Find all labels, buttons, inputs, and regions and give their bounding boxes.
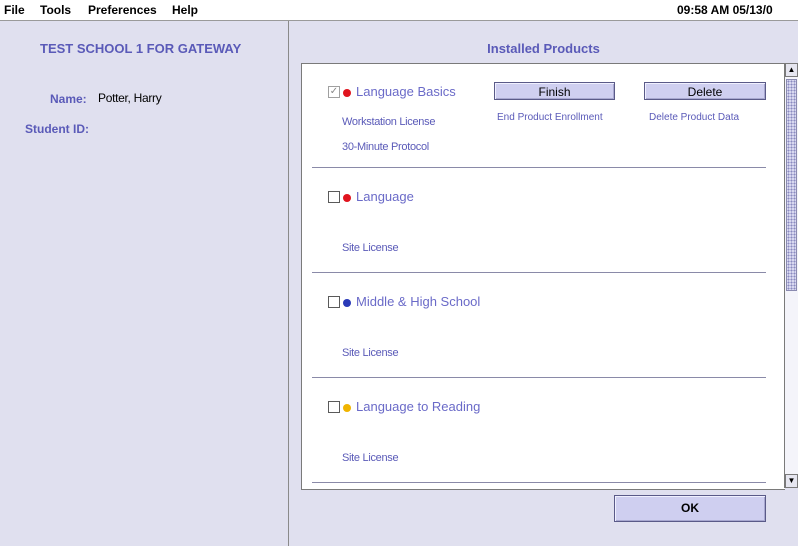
scroll-thumb[interactable] — [786, 79, 797, 291]
product-checkbox[interactable] — [328, 401, 340, 413]
finish-button[interactable]: Finish — [494, 82, 615, 100]
delete-caption: Delete Product Data — [649, 112, 740, 123]
yellow-dot-icon — [343, 404, 351, 412]
product-license: Site License — [342, 242, 399, 254]
school-title: TEST SCHOOL 1 FOR GATEWAY — [40, 41, 242, 56]
menu-help[interactable]: Help — [172, 3, 198, 17]
name-label: Name: — [50, 92, 87, 106]
menu-preferences[interactable]: Preferences — [88, 3, 157, 17]
divider — [312, 482, 766, 483]
ok-button[interactable]: OK — [614, 495, 766, 522]
installed-products-title: Installed Products — [487, 41, 600, 56]
clock: 09:58 AM 05/13/0 — [677, 3, 773, 17]
product-license: Site License — [342, 347, 399, 359]
product-protocol: 30-Minute Protocol — [342, 141, 429, 153]
product-license: Site License — [342, 452, 399, 464]
product-item-language: Language Site License — [302, 169, 767, 273]
product-item-middle-high-school: Middle & High School Site License — [302, 274, 767, 378]
products-list[interactable]: ✓ Language Basics Workstation License 30… — [301, 63, 785, 490]
blue-dot-icon — [343, 299, 351, 307]
product-item-language-to-reading: Language to Reading Site License — [302, 379, 767, 483]
scroll-down-arrow-icon[interactable]: ▼ — [785, 474, 798, 488]
finish-caption: End Product Enrollment — [497, 112, 603, 123]
student-id-label: Student ID: — [25, 122, 89, 136]
scroll-up-arrow-icon[interactable]: ▲ — [785, 63, 798, 77]
product-checkbox[interactable] — [328, 191, 340, 203]
divider — [312, 167, 766, 168]
menu-bar: File Tools Preferences Help 09:58 AM 05/… — [0, 0, 798, 21]
product-name: Language Basics — [356, 84, 456, 99]
product-name: Middle & High School — [356, 294, 481, 309]
divider — [312, 272, 766, 273]
red-dot-icon — [343, 89, 351, 97]
menu-file[interactable]: File — [4, 3, 25, 17]
delete-button[interactable]: Delete — [644, 82, 766, 100]
product-license: Workstation License — [342, 116, 436, 128]
product-name: Language to Reading — [356, 399, 481, 414]
student-name: Potter, Harry — [98, 91, 162, 105]
product-name: Language — [356, 189, 414, 204]
student-panel: TEST SCHOOL 1 FOR GATEWAY Name: Potter, … — [0, 21, 289, 546]
product-checkbox[interactable]: ✓ — [328, 86, 340, 98]
red-dot-icon — [343, 194, 351, 202]
product-item-language-basics: ✓ Language Basics Workstation License 30… — [302, 64, 767, 168]
product-checkbox[interactable] — [328, 296, 340, 308]
divider — [312, 377, 766, 378]
menu-tools[interactable]: Tools — [40, 3, 71, 17]
vertical-scrollbar[interactable]: ▲ ▼ — [784, 63, 798, 488]
